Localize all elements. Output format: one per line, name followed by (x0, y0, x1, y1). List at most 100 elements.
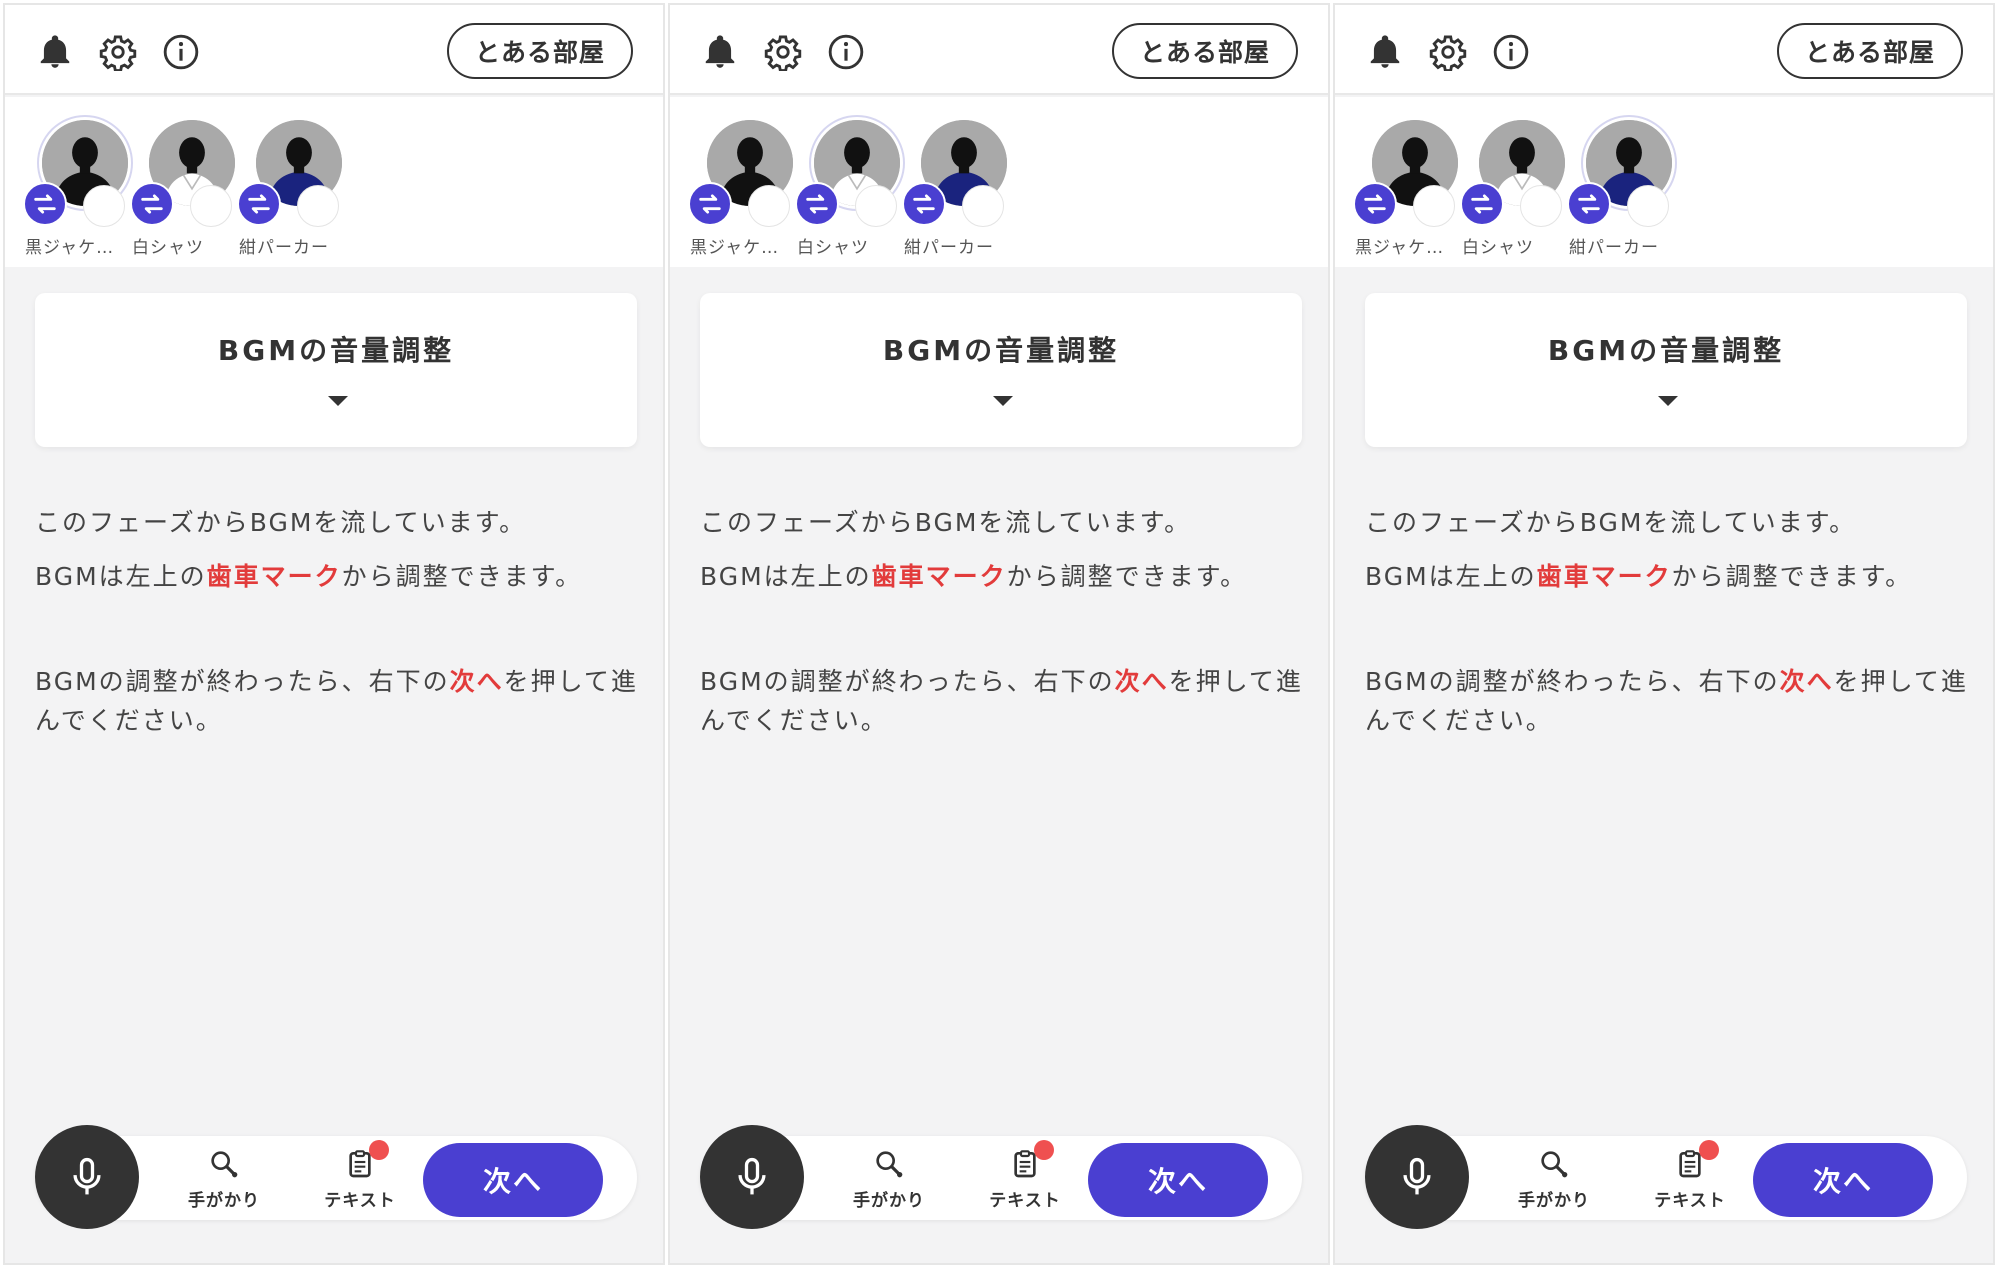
swap-icon[interactable] (130, 182, 174, 226)
status-dot (297, 185, 339, 227)
instruction-line-1: このフェーズからBGMを流しています。 (1365, 508, 1857, 537)
instruction-line-3: BGMの調整が終わったら、右下の次へを押して進んでください。 (700, 667, 1303, 735)
character-item[interactable]: 白シャツ (130, 117, 238, 267)
bgm-volume-card[interactable]: BGMの音量調整 (700, 293, 1302, 447)
status-dot (1627, 185, 1669, 227)
gear-mark-highlight: 歯車マーク (1536, 562, 1672, 591)
instruction-line-3: BGMの調整が終わったら、右下の次へを押して進んでください。 (35, 667, 638, 735)
next-button[interactable]: 次へ (1088, 1143, 1268, 1217)
gear-icon[interactable] (98, 32, 138, 72)
caret-down-icon[interactable] (328, 396, 348, 406)
character-name: 黒ジャケ… (690, 238, 780, 258)
character-name: 紺パーカー (1569, 238, 1659, 258)
room-button[interactable]: とある部屋 (447, 23, 633, 79)
bell-icon[interactable] (700, 32, 740, 72)
magnifier-icon (1541, 1151, 1568, 1178)
bgm-card-title: BGMの音量調整 (1547, 334, 1785, 367)
app-panel: とある部屋 黒ジャケ… 白シャツ 紺パーカー BGMの音量調整 このフェーズからBG… (1333, 3, 1995, 1265)
swap-icon[interactable] (688, 182, 732, 226)
bgm-volume-card[interactable]: BGMの音量調整 (35, 293, 637, 447)
character-item[interactable]: 紺パーカー (237, 117, 345, 267)
mic-icon (1403, 1157, 1431, 1195)
mic-button[interactable] (700, 1125, 804, 1229)
clues-label: 手がかり (188, 1191, 260, 1211)
character-item[interactable]: 黒ジャケ… (688, 117, 796, 267)
swap-icon[interactable] (1460, 182, 1504, 226)
gear-mark-highlight: 歯車マーク (871, 562, 1007, 591)
status-dot (83, 185, 125, 227)
clues-label: 手がかり (853, 1191, 925, 1211)
character-name: 黒ジャケ… (1355, 238, 1445, 258)
swap-icon[interactable] (795, 182, 839, 226)
notification-badge (1699, 1140, 1719, 1160)
text-label: テキスト (989, 1191, 1061, 1211)
swap-icon[interactable] (1353, 182, 1397, 226)
magnifier-icon (876, 1151, 903, 1178)
notification-badge (369, 1140, 389, 1160)
character-item[interactable]: 白シャツ (795, 117, 903, 267)
swap-icon[interactable] (902, 182, 946, 226)
bgm-card-title: BGMの音量調整 (217, 334, 455, 367)
swap-icon[interactable] (1567, 182, 1611, 226)
clues-button[interactable]: 手がかり (179, 1148, 269, 1220)
info-icon[interactable] (826, 32, 866, 72)
caret-down-icon[interactable] (993, 396, 1013, 406)
status-dot (962, 185, 1004, 227)
app-panel: とある部屋 黒ジャケ… 白シャツ 紺パーカー BGMの音量調整 このフェーズからBG… (3, 3, 665, 1265)
status-dot (1520, 185, 1562, 227)
character-item[interactable]: 黒ジャケ… (23, 117, 131, 267)
app-panel: とある部屋 黒ジャケ… 白シャツ 紺パーカー BGMの音量調整 このフェーズからBG… (668, 3, 1330, 1265)
info-icon[interactable] (1491, 32, 1531, 72)
instruction-line-1: このフェーズからBGMを流しています。 (700, 508, 1192, 537)
next-highlight: 次へ (1114, 667, 1169, 696)
next-button[interactable]: 次へ (423, 1143, 603, 1217)
character-name: 紺パーカー (239, 238, 329, 258)
character-name: 白シャツ (132, 238, 204, 258)
room-button[interactable]: とある部屋 (1112, 23, 1298, 79)
instruction-line-2: BGMは左上の歯車マークから調整できます。 (1365, 562, 1913, 591)
instruction-line-2: BGMは左上の歯車マークから調整できます。 (700, 562, 1248, 591)
caret-down-icon[interactable] (1658, 396, 1678, 406)
status-dot (1413, 185, 1455, 227)
text-button[interactable]: テキスト (315, 1140, 405, 1220)
text-label: テキスト (1654, 1191, 1726, 1211)
character-item[interactable]: 紺パーカー (902, 117, 1010, 267)
mic-button[interactable] (1365, 1125, 1469, 1229)
status-dot (748, 185, 790, 227)
bell-icon[interactable] (35, 32, 75, 72)
character-name: 紺パーカー (904, 238, 994, 258)
character-name: 黒ジャケ… (25, 238, 115, 258)
clues-button[interactable]: 手がかり (844, 1148, 934, 1220)
clues-button[interactable]: 手がかり (1509, 1148, 1599, 1220)
character-item[interactable]: 紺パーカー (1567, 117, 1675, 267)
room-button[interactable]: とある部屋 (1777, 23, 1963, 79)
character-list: 黒ジャケ… 白シャツ 紺パーカー (5, 97, 663, 267)
info-icon[interactable] (161, 32, 201, 72)
header-bar: とある部屋 (1335, 5, 1993, 95)
character-list: 黒ジャケ… 白シャツ 紺パーカー (1335, 97, 1993, 267)
mic-button[interactable] (35, 1125, 139, 1229)
character-name: 白シャツ (797, 238, 869, 258)
gear-icon[interactable] (763, 32, 803, 72)
bell-icon[interactable] (1365, 32, 1405, 72)
bgm-card-title: BGMの音量調整 (882, 334, 1120, 367)
bgm-volume-card[interactable]: BGMの音量調整 (1365, 293, 1967, 447)
instruction-line-2: BGMは左上の歯車マークから調整できます。 (35, 562, 583, 591)
character-item[interactable]: 白シャツ (1460, 117, 1568, 267)
swap-icon[interactable] (237, 182, 281, 226)
text-button[interactable]: テキスト (1645, 1140, 1735, 1220)
character-item[interactable]: 黒ジャケ… (1353, 117, 1461, 267)
header-bar: とある部屋 (670, 5, 1328, 95)
notification-badge (1034, 1140, 1054, 1160)
text-button[interactable]: テキスト (980, 1140, 1070, 1220)
instruction-line-1: このフェーズからBGMを流しています。 (35, 508, 527, 537)
status-dot (190, 185, 232, 227)
next-button[interactable]: 次へ (1753, 1143, 1933, 1217)
character-list: 黒ジャケ… 白シャツ 紺パーカー (670, 97, 1328, 267)
swap-icon[interactable] (23, 182, 67, 226)
instruction-line-3: BGMの調整が終わったら、右下の次へを押して進んでください。 (1365, 667, 1968, 735)
gear-icon[interactable] (1428, 32, 1468, 72)
mic-icon (738, 1157, 766, 1195)
text-label: テキスト (324, 1191, 396, 1211)
header-bar: とある部屋 (5, 5, 663, 95)
